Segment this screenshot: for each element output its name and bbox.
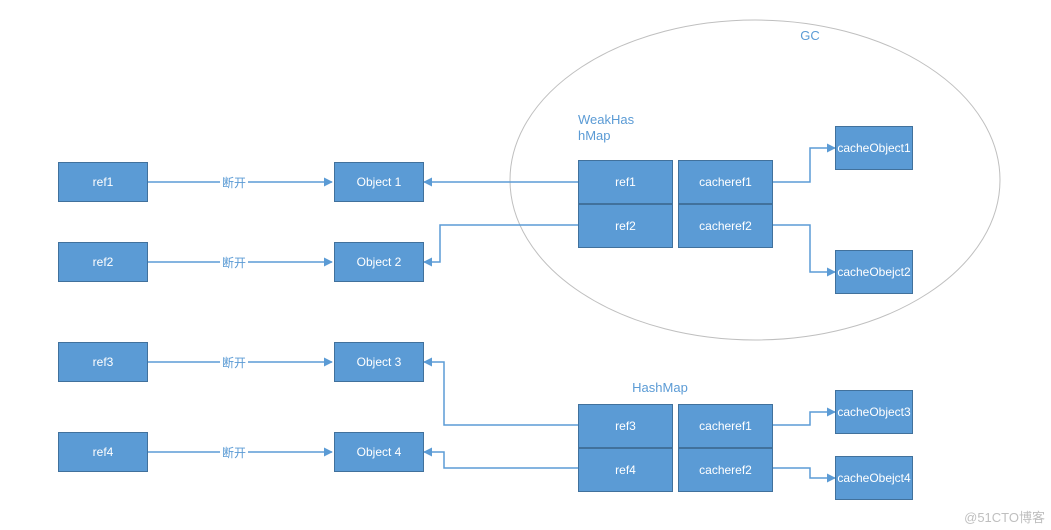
hm-val-cacheref1: cacheref1 [678,404,773,448]
weakhashmap-label-line2: hMap [578,128,611,143]
node-ref2-ext: ref2 [58,242,148,282]
edge-break-3: 断开 [220,354,248,371]
node-cacheobejct4: cacheObejct4 [835,456,913,500]
whm-val-cacheref1: cacheref1 [678,160,773,204]
weakhashmap-label-line1: WeakHas [578,112,634,127]
node-object2: Object 2 [334,242,424,282]
node-ref4-ext: ref4 [58,432,148,472]
node-cacheobject3: cacheObject3 [835,390,913,434]
node-ref1-ext: ref1 [58,162,148,202]
node-object3: Object 3 [334,342,424,382]
node-cacheobejct2: cacheObejct2 [835,250,913,294]
whm-key-ref1: ref1 [578,160,673,204]
whm-key-ref2: ref2 [578,204,673,248]
node-cacheobject1: cacheObject1 [835,126,913,170]
node-object4: Object 4 [334,432,424,472]
whm-val-cacheref2: cacheref2 [678,204,773,248]
weakhashmap-label: WeakHas hMap [578,112,648,143]
edge-break-2: 断开 [220,254,248,271]
edge-break-1: 断开 [220,174,248,191]
gc-label: GC [790,28,830,44]
edge-break-4: 断开 [220,444,248,461]
hashmap-label: HashMap [620,380,700,396]
node-object1: Object 1 [334,162,424,202]
hm-key-ref3: ref3 [578,404,673,448]
watermark: @51CTO博客 [964,507,1045,526]
hm-val-cacheref2: cacheref2 [678,448,773,492]
node-ref3-ext: ref3 [58,342,148,382]
hm-key-ref4: ref4 [578,448,673,492]
